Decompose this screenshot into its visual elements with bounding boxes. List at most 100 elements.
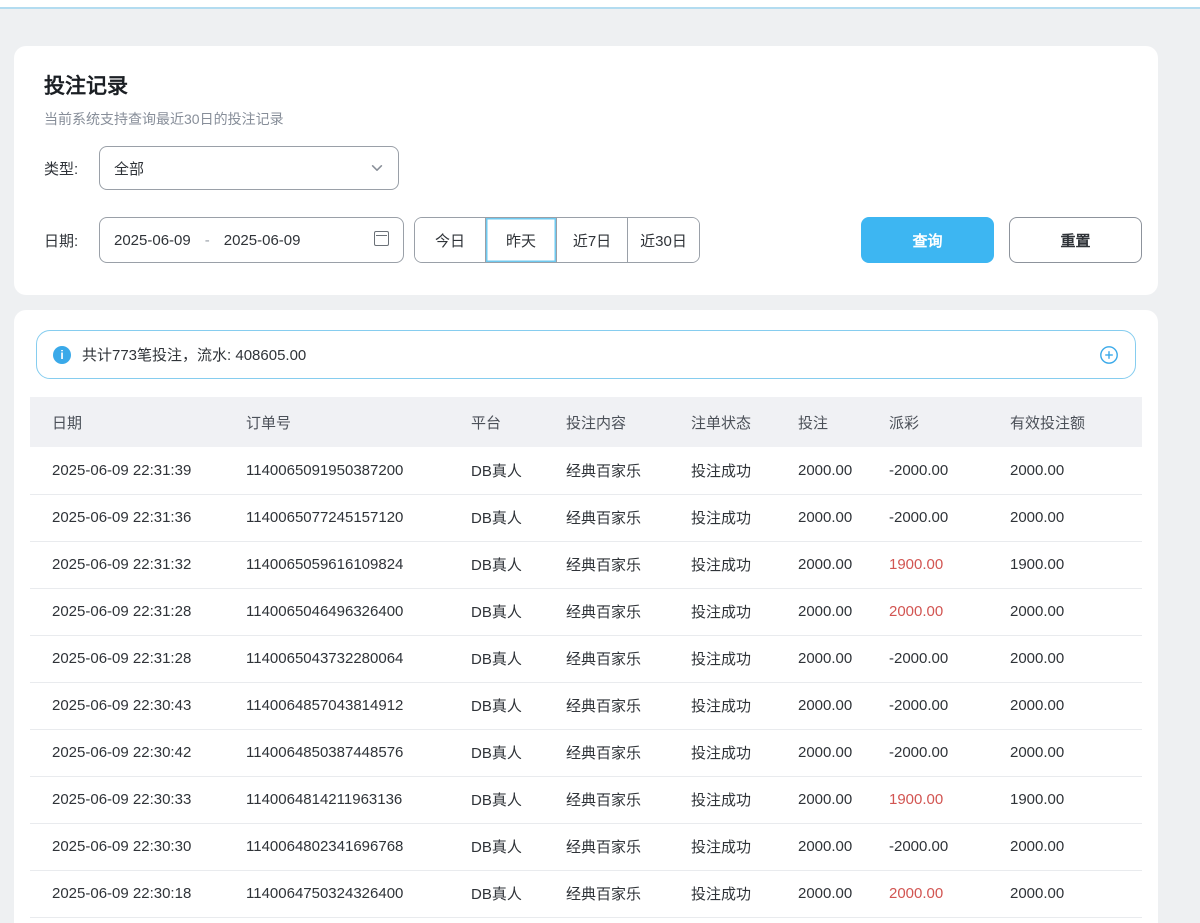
cell-payout: -2000.00 [889, 729, 1010, 776]
date-filter-row: 日期: 2025-06-09 - 2025-06-09 今日 昨天 近7日 近3… [30, 217, 1142, 263]
date-end-value: 2025-06-09 [224, 232, 301, 249]
cell-status: 投注成功 [691, 635, 798, 682]
reset-button[interactable]: 重置 [1009, 217, 1142, 263]
quick-range-group: 今日 昨天 近7日 近30日 [414, 217, 700, 263]
cell-valid-bet-amount: 2000.00 [1010, 635, 1142, 682]
col-header-status: 注单状态 [691, 397, 798, 447]
cell-order-number: 1140064814211963136 [246, 776, 471, 823]
table-row: 2025-06-09 22:31:36 1140065077245157120 … [30, 494, 1142, 541]
cell-platform: DB真人 [471, 588, 566, 635]
cell-order-number: 1140064750324326400 [246, 870, 471, 917]
cell-platform: DB真人 [471, 635, 566, 682]
cell-status: 投注成功 [691, 823, 798, 870]
col-header-order: 订单号 [246, 397, 471, 447]
quick-range-today[interactable]: 今日 [415, 218, 486, 262]
cell-status: 投注成功 [691, 729, 798, 776]
cell-bet-amount: 2000.00 [798, 729, 889, 776]
cell-bet-content: 经典百家乐 [566, 682, 691, 729]
cell-order-number: 1140064850387448576 [246, 729, 471, 776]
top-strip [0, 0, 1200, 9]
cell-valid-bet-amount: 2000.00 [1010, 682, 1142, 729]
cell-platform: DB真人 [471, 447, 566, 494]
cell-status: 投注成功 [691, 588, 798, 635]
quick-range-7days[interactable]: 近7日 [557, 218, 628, 262]
results-panel: i 共计773笔投注，流水: 408605.00 日期 订单号 平台 投注内容 … [14, 310, 1158, 923]
cell-valid-bet-amount: 2000.00 [1010, 729, 1142, 776]
cell-date: 2025-06-09 22:30:33 [30, 776, 246, 823]
expand-icon[interactable] [1099, 345, 1119, 365]
summary-text: 共计773笔投注，流水: 408605.00 [82, 344, 306, 365]
cell-order-number: 1140064857043814912 [246, 682, 471, 729]
date-separator: - [205, 232, 210, 249]
cell-payout: 2000.00 [889, 870, 1010, 917]
cell-bet-content: 经典百家乐 [566, 776, 691, 823]
cell-bet-content: 经典百家乐 [566, 447, 691, 494]
cell-bet-amount: 2000.00 [798, 870, 889, 917]
cell-status: 投注成功 [691, 447, 798, 494]
cell-status: 投注成功 [691, 870, 798, 917]
cell-order-number: 1140065091950387200 [246, 447, 471, 494]
col-header-payout: 派彩 [889, 397, 1010, 447]
cell-valid-bet-amount: 1900.00 [1010, 541, 1142, 588]
cell-order-number: 1140064802341696768 [246, 823, 471, 870]
quick-range-30days[interactable]: 近30日 [628, 218, 699, 262]
cell-order-number: 1140065059616109824 [246, 541, 471, 588]
cell-valid-bet-amount: 2000.00 [1010, 823, 1142, 870]
calendar-icon [374, 231, 389, 250]
col-header-valid-bet: 有效投注额 [1010, 397, 1142, 447]
cell-date: 2025-06-09 22:31:28 [30, 588, 246, 635]
cell-date: 2025-06-09 22:30:43 [30, 682, 246, 729]
info-icon: i [53, 346, 71, 364]
cell-platform: DB真人 [471, 541, 566, 588]
table-row: 2025-06-09 22:30:30 1140064802341696768 … [30, 823, 1142, 870]
cell-status: 投注成功 [691, 494, 798, 541]
cell-date: 2025-06-09 22:31:32 [30, 541, 246, 588]
cell-payout: 2000.00 [889, 588, 1010, 635]
date-label: 日期: [44, 230, 99, 251]
cell-platform: DB真人 [471, 682, 566, 729]
cell-status: 投注成功 [691, 682, 798, 729]
cell-payout: -2000.00 [889, 682, 1010, 729]
date-range-input[interactable]: 2025-06-09 - 2025-06-09 [99, 217, 404, 263]
table-row: 2025-06-09 22:30:42 1140064850387448576 … [30, 729, 1142, 776]
cell-date: 2025-06-09 22:30:18 [30, 870, 246, 917]
cell-order-number: 1140065043732280064 [246, 635, 471, 682]
col-header-platform: 平台 [471, 397, 566, 447]
cell-valid-bet-amount: 1900.00 [1010, 776, 1142, 823]
type-filter-row: 类型: 全部 [30, 146, 1142, 190]
cell-valid-bet-amount: 2000.00 [1010, 494, 1142, 541]
cell-bet-amount: 2000.00 [798, 588, 889, 635]
cell-bet-content: 经典百家乐 [566, 870, 691, 917]
table-row: 2025-06-09 22:30:33 1140064814211963136 … [30, 776, 1142, 823]
cell-valid-bet-amount: 2000.00 [1010, 870, 1142, 917]
page-title: 投注记录 [30, 70, 1142, 100]
cell-platform: DB真人 [471, 870, 566, 917]
cell-bet-content: 经典百家乐 [566, 541, 691, 588]
table-row: 2025-06-09 22:30:43 1140064857043814912 … [30, 682, 1142, 729]
cell-payout: -2000.00 [889, 494, 1010, 541]
cell-bet-content: 经典百家乐 [566, 635, 691, 682]
chevron-down-icon [370, 161, 384, 175]
cell-date: 2025-06-09 22:31:36 [30, 494, 246, 541]
col-header-content: 投注内容 [566, 397, 691, 447]
table-row: 2025-06-09 22:31:39 1140065091950387200 … [30, 447, 1142, 494]
cell-bet-amount: 2000.00 [798, 682, 889, 729]
cell-date: 2025-06-09 22:31:28 [30, 635, 246, 682]
cell-bet-amount: 2000.00 [798, 494, 889, 541]
cell-valid-bet-amount: 2000.00 [1010, 588, 1142, 635]
cell-status: 投注成功 [691, 541, 798, 588]
cell-valid-bet-amount: 2000.00 [1010, 447, 1142, 494]
type-select[interactable]: 全部 [99, 146, 399, 190]
cell-bet-content: 经典百家乐 [566, 588, 691, 635]
table-body: 2025-06-09 22:31:39 1140065091950387200 … [30, 447, 1142, 917]
bet-records-table: 日期 订单号 平台 投注内容 注单状态 投注 派彩 有效投注额 2025-06-… [30, 397, 1142, 918]
search-button[interactable]: 查询 [861, 217, 994, 263]
cell-bet-amount: 2000.00 [798, 823, 889, 870]
cell-platform: DB真人 [471, 494, 566, 541]
filter-actions: 查询 重置 [861, 217, 1142, 263]
quick-range-yesterday[interactable]: 昨天 [486, 218, 557, 262]
cell-order-number: 1140065046496326400 [246, 588, 471, 635]
summary-bar: i 共计773笔投注，流水: 408605.00 [36, 330, 1136, 379]
table-row: 2025-06-09 22:31:28 1140065043732280064 … [30, 635, 1142, 682]
cell-platform: DB真人 [471, 776, 566, 823]
